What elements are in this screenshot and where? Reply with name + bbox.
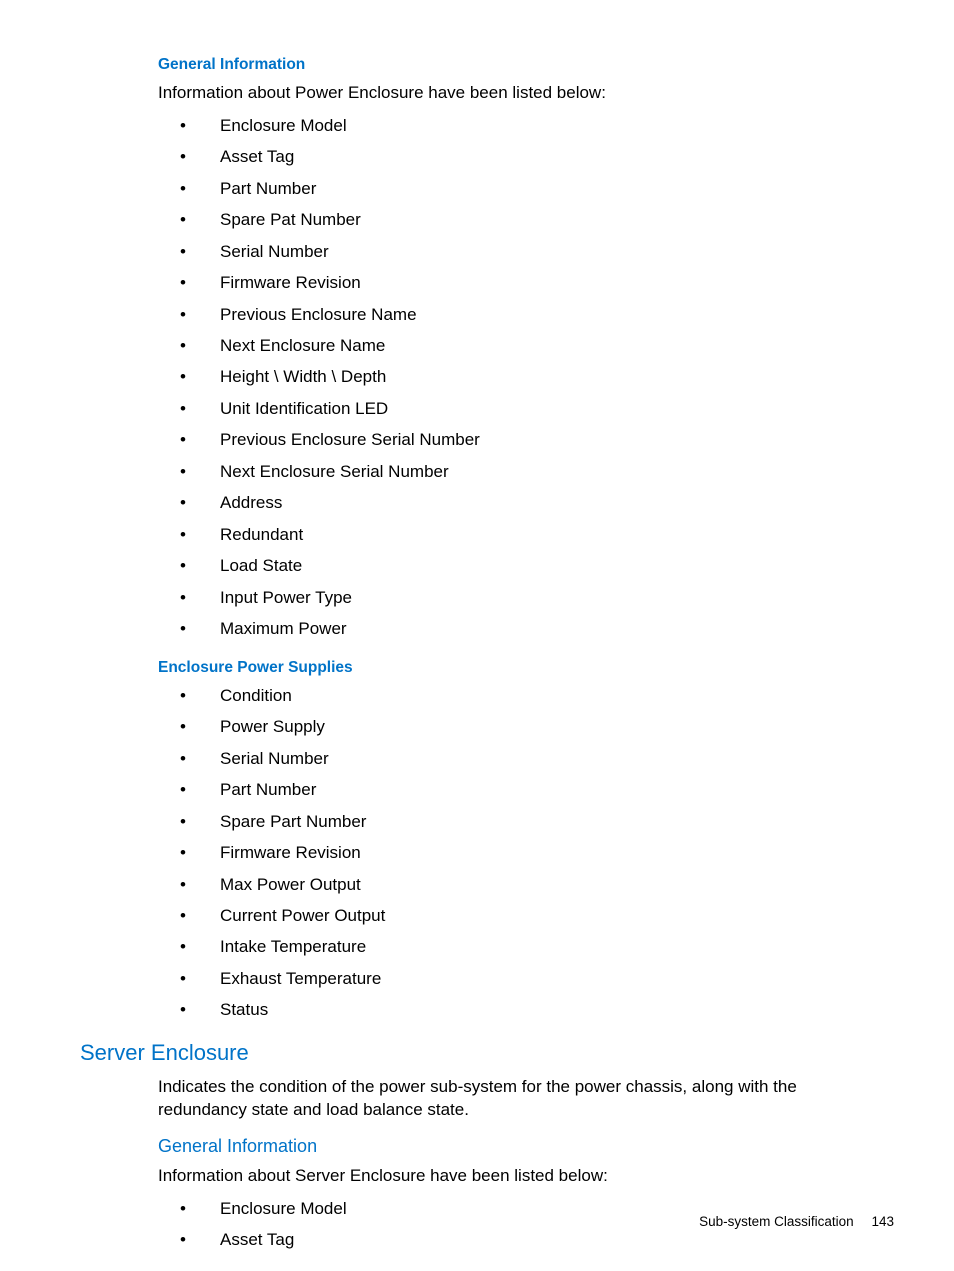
list-item: Height \ Width \ Depth xyxy=(158,366,894,389)
list-item: Enclosure Model xyxy=(158,115,894,138)
footer-label: Sub-system Classification xyxy=(699,1214,854,1229)
list-item: Serial Number xyxy=(158,241,894,264)
list-item: Unit Identification LED xyxy=(158,398,894,421)
list-item: Part Number xyxy=(158,779,894,802)
list-item: Condition xyxy=(158,685,894,708)
list-item: Power Supply xyxy=(158,716,894,739)
heading-enclosure-power-supplies: Enclosure Power Supplies xyxy=(158,659,894,677)
list-item: Part Number xyxy=(158,178,894,201)
list-general-information-1: Enclosure Model Asset Tag Part Number Spare… xyxy=(158,115,894,641)
list-item: Maximum Power xyxy=(158,618,894,641)
list-item: Redundant xyxy=(158,524,894,547)
list-item: Next Enclosure Serial Number xyxy=(158,461,894,484)
list-item: Serial Number xyxy=(158,748,894,771)
list-item: Exhaust Temperature xyxy=(158,968,894,991)
heading-general-information-2: General Information xyxy=(158,1136,894,1157)
list-item: Current Power Output xyxy=(158,905,894,928)
intro-general-information-1: Information about Power Enclosure have b… xyxy=(158,82,894,105)
footer-page-number: 143 xyxy=(871,1214,894,1229)
list-item: Firmware Revision xyxy=(158,272,894,295)
list-item: Status xyxy=(158,999,894,1022)
list-item: Asset Tag xyxy=(158,146,894,169)
list-item: Spare Part Number xyxy=(158,811,894,834)
list-item: Previous Enclosure Name xyxy=(158,304,894,327)
description-server-enclosure: Indicates the condition of the power sub… xyxy=(158,1076,894,1122)
page-footer: Sub-system Classification 143 xyxy=(699,1214,894,1229)
list-item: Asset Tag xyxy=(158,1229,894,1252)
heading-general-information-1: General Information xyxy=(158,56,894,74)
list-item: Input Power Type xyxy=(158,587,894,610)
list-item: Address xyxy=(158,492,894,515)
intro-general-information-2: Information about Server Enclosure have … xyxy=(158,1165,894,1188)
list-item: Previous Enclosure Serial Number xyxy=(158,429,894,452)
list-item: Intake Temperature xyxy=(158,936,894,959)
list-item: Max Power Output xyxy=(158,874,894,897)
heading-server-enclosure: Server Enclosure xyxy=(80,1040,894,1066)
list-item: Firmware Revision xyxy=(158,842,894,865)
list-item: Next Enclosure Name xyxy=(158,335,894,358)
list-item: Spare Pat Number xyxy=(158,209,894,232)
list-enclosure-power-supplies: Condition Power Supply Serial Number Part N… xyxy=(158,685,894,1022)
list-item: Load State xyxy=(158,555,894,578)
